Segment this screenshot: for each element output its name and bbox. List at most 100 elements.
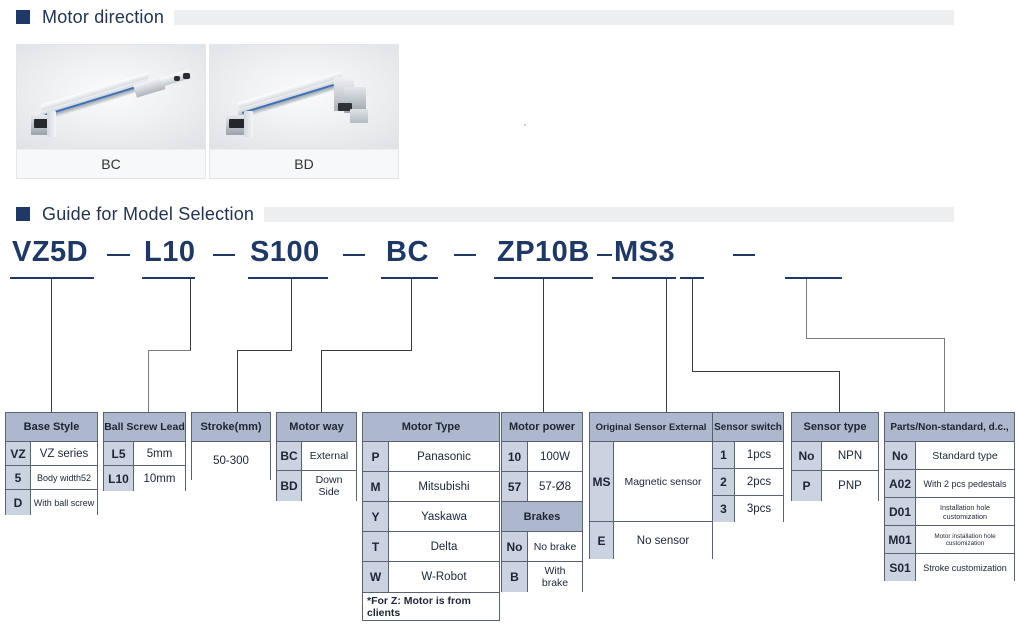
row-desc: Stroke customization — [916, 554, 1014, 581]
decorative-dot — [524, 124, 526, 126]
code-dash-1 — [107, 254, 130, 256]
row-desc: VZ series — [31, 442, 97, 465]
table-header-parts-nonstandard: Parts/Non-standard, d.c., — [885, 413, 1014, 442]
row-code: P — [792, 471, 822, 501]
connector-line-5 — [543, 279, 544, 412]
row-desc: With ball screw — [31, 490, 97, 515]
connector-line-8b — [806, 338, 945, 339]
code-dash-6 — [733, 254, 755, 256]
row-desc: Mitsubishi — [389, 472, 499, 501]
row-code: 10 — [502, 442, 528, 471]
table-ball-screw-lead: Ball Screw Lead L5 5mm L10 10mm — [103, 412, 186, 491]
table-motor-way: Motor way BC External BD Down Side — [276, 412, 357, 501]
code-dash-3 — [343, 254, 365, 256]
table-row: L5 5mm — [104, 442, 185, 466]
row-code: 57 — [502, 472, 528, 501]
connector-line-8c — [944, 338, 945, 412]
table-header-base-style: Base Style — [6, 413, 97, 442]
table-row: S01 Stroke customization — [885, 554, 1014, 581]
row-desc: No brake — [528, 532, 582, 561]
row-desc: 100W — [528, 442, 582, 471]
row-code: No — [792, 442, 822, 470]
row-code: P — [363, 442, 389, 471]
row-desc: W-Robot — [389, 562, 499, 592]
code-underline-4 — [381, 277, 438, 279]
row-code: L5 — [104, 442, 134, 465]
row-desc: 5mm — [134, 442, 185, 465]
row-code: VZ — [6, 442, 31, 465]
connector-line-4c — [321, 350, 322, 412]
product-caption-bc: BC — [17, 149, 205, 178]
connector-line-3b — [237, 350, 292, 351]
table-row: T Delta — [363, 532, 499, 562]
row-code: 1 — [713, 442, 735, 468]
section-header-bar — [174, 9, 955, 25]
table-row: M Mitsubishi — [363, 472, 499, 502]
table-row: W W-Robot — [363, 562, 499, 592]
table-row: A02 With 2 pcs pedestals — [885, 470, 1014, 498]
code-dash-4 — [454, 254, 476, 256]
table-row: No Standard type — [885, 442, 1014, 470]
row-code: 2 — [713, 469, 735, 495]
row-desc: Installation hole customization — [916, 498, 1014, 525]
connector-line-7a — [692, 279, 693, 371]
table-row: P PNP — [792, 471, 878, 501]
table-row: 50-300 — [192, 442, 270, 480]
table-row: 2 2pcs — [713, 469, 783, 496]
row-desc: Panasonic — [389, 442, 499, 471]
section-title-model-guide: Guide for Model Selection — [42, 203, 255, 224]
table-parts-nonstandard: Parts/Non-standard, d.c., No Standard ty… — [884, 412, 1015, 581]
table-row: BD Down Side — [277, 471, 356, 501]
table-header-motor-power: Motor power — [502, 413, 582, 442]
row-code: No — [885, 442, 916, 469]
row-desc: 3pcs — [735, 496, 783, 522]
row-desc: 2pcs — [735, 469, 783, 495]
row-code: D — [6, 490, 31, 515]
row-desc: With 2 pcs pedestals — [916, 470, 1014, 497]
product-photo-bd — [210, 45, 398, 152]
product-card-bd: BD — [209, 44, 399, 179]
table-row: BC External — [277, 442, 356, 471]
row-code: M01 — [885, 526, 916, 553]
row-desc: PNP — [822, 471, 878, 501]
table-base-style: Base Style VZ VZ series 5 Body width52 D… — [5, 412, 98, 515]
row-desc: No sensor — [614, 522, 712, 559]
row-code: No — [502, 532, 528, 561]
row-desc: Standard type — [916, 442, 1014, 469]
connector-line-1 — [51, 279, 52, 412]
stroke-value: 50-300 — [192, 442, 270, 480]
row-code: E — [590, 522, 614, 559]
product-photo-bc — [17, 45, 205, 152]
row-code: 3 — [713, 496, 735, 522]
connector-line-3a — [291, 279, 292, 351]
section-header-model-guide: Guide for Model Selection — [0, 201, 1000, 227]
row-desc: Body width52 — [31, 466, 97, 489]
code-part-ball-screw-lead: L10 — [144, 236, 196, 268]
table-row: L10 10mm — [104, 466, 185, 491]
table-motor-type: Motor Type P Panasonic M Mitsubishi Y Ya… — [362, 412, 500, 592]
connector-line-4a — [411, 279, 412, 351]
row-code: L10 — [104, 466, 134, 491]
code-dash-5 — [597, 254, 612, 256]
section-header-motor-direction: Motor direction — [0, 4, 1000, 30]
code-part-stroke: S100 — [250, 236, 320, 268]
row-desc: Motor installation hole customization — [916, 526, 1014, 553]
product-caption-bd: BD — [210, 149, 398, 178]
row-desc: Yaskawa — [389, 502, 499, 531]
connector-line-6 — [666, 279, 667, 412]
row-code: B — [502, 562, 528, 592]
row-code: MS — [590, 442, 614, 521]
row-code: T — [363, 532, 389, 561]
table-row: P Panasonic — [363, 442, 499, 472]
table-header-motor-type: Motor Type — [363, 413, 499, 442]
section-marker-icon — [16, 10, 30, 24]
table-stroke: Stroke(mm) 50-300 — [191, 412, 271, 480]
product-card-bc: BC — [16, 44, 206, 179]
row-desc: 57-Ø8 — [528, 472, 582, 501]
code-part-base-style: VZ5D — [12, 236, 89, 268]
table-row: 57 57-Ø8 — [502, 472, 582, 502]
row-code: W — [363, 562, 389, 592]
row-code: 5 — [6, 466, 31, 489]
row-desc: External — [302, 442, 356, 470]
connector-line-2a — [190, 279, 191, 351]
